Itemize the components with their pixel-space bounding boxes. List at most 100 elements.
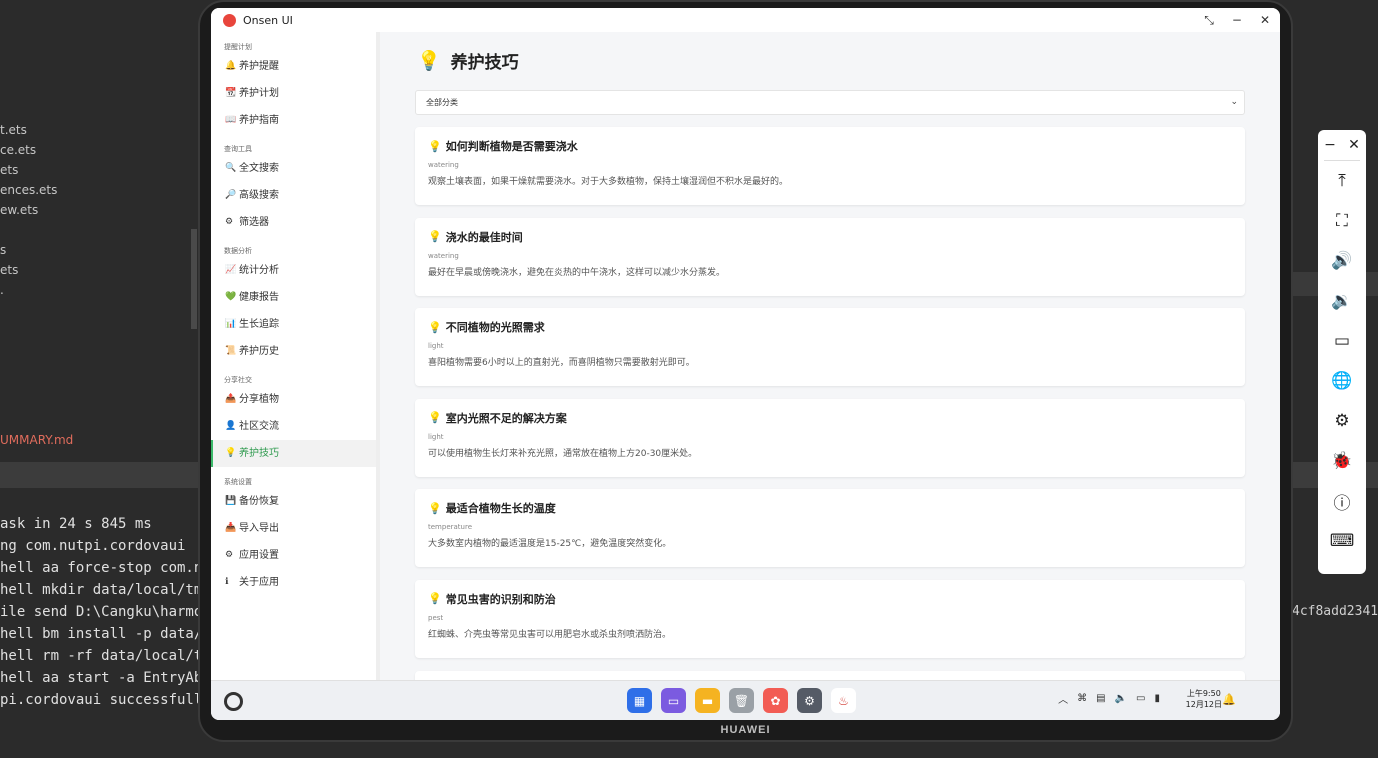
ide-file-item[interactable]: ce.ets [0, 140, 200, 160]
bulb-icon: 💡 [428, 501, 442, 515]
debug-icon[interactable]: 🐞 [1318, 441, 1366, 481]
sidebar-item-icon: 📆 [225, 88, 237, 98]
info-icon[interactable]: ⓘ [1318, 481, 1366, 521]
sidebar-item-3-0[interactable]: 📤 分享植物 [211, 386, 376, 413]
ide-file-item[interactable]: ets [0, 160, 200, 180]
sidebar-item-0-1[interactable]: 📆 养护计划 [211, 80, 376, 107]
sidebar-item-2-2[interactable]: 📊 生长追踪 [211, 311, 376, 338]
devices-icon[interactable]: ▭ [1136, 693, 1145, 704]
chevron-up-icon[interactable]: ︿ [1058, 691, 1068, 706]
ide-file-item[interactable]: ets [0, 260, 200, 280]
ide-file-item[interactable]: ences.ets [0, 180, 200, 200]
app-grid-icon[interactable]: ▦ [627, 688, 652, 713]
clock[interactable]: 上午9:50 12月12日 [1186, 688, 1222, 710]
ide-file-item[interactable]: . [0, 280, 200, 300]
ide-file-item[interactable]: ew.ets [0, 200, 200, 220]
sidebar-item-4-0[interactable]: 💾 备份恢复 [211, 488, 376, 515]
settings-icon[interactable]: ⚙ [1318, 401, 1366, 441]
crop-icon[interactable]: ⛶ [1318, 201, 1366, 241]
sidebar-item-label: 备份恢复 [239, 496, 279, 507]
sidebar-item-icon: ⚙ [225, 217, 234, 227]
bell-icon[interactable]: 🔔 [1222, 693, 1236, 706]
sidebar-item-4-1[interactable]: 📥 导入导出 [211, 515, 376, 542]
clipboard-icon[interactable]: ▤ [1096, 693, 1105, 704]
close-icon[interactable]: ✕ [1260, 13, 1270, 27]
device-brand: HUAWEI [720, 724, 771, 736]
tip-card[interactable]: 💡 不同植物的光照需求 light 喜阳植物需要6小时以上的直射光，而喜阴植物只… [415, 308, 1245, 387]
tip-title-text: 室内光照不足的解决方案 [445, 411, 567, 425]
tip-title-text: 如何判断植物是否需要浇水 [445, 140, 578, 153]
tip-title-text: 浇水的最佳时间 [445, 230, 523, 244]
tip-card[interactable]: 💡 浇水的最佳时间 watering 最好在早晨或傍晚浇水，避免在炎热的中午浇水… [415, 217, 1245, 296]
category-select[interactable]: 全部分类 ⌄ [415, 90, 1245, 115]
trash-icon[interactable]: 🗑 [729, 688, 754, 713]
tip-title-text: 常见虫害的识别和防治 [445, 592, 556, 606]
globe-icon[interactable]: 🌐 [1318, 361, 1366, 401]
restore-icon[interactable]: ⤡ [1204, 13, 1214, 28]
notes-icon[interactable]: ▬ [695, 688, 720, 713]
ide-file-item[interactable]: s [0, 240, 200, 260]
sidebar-item-1-1[interactable]: 🔎 高级搜索 [211, 182, 376, 209]
tip-card[interactable]: 💡 最适合植物生长的温度 temperature 大多数室内植物的最适温度是15… [415, 489, 1245, 568]
label-icon[interactable]: ▭ [1318, 321, 1366, 361]
toolbar-minimize-icon[interactable]: − [1324, 137, 1336, 153]
category-select-value: 全部分类 [426, 98, 458, 107]
settings-icon[interactable]: ⚙ [797, 688, 822, 713]
volume-icon[interactable]: 🔈 [1115, 693, 1127, 704]
sidebar-item-4-3[interactable]: ℹ 关于应用 [211, 569, 376, 596]
tip-title: 💡 常见虫害的识别和防治 [428, 591, 1232, 607]
ide-scrollbar[interactable] [191, 229, 197, 329]
sidebar-section-title: 提醒计划 [224, 43, 252, 51]
sidebar: 提醒计划 🔔 养护提醒 📆 养护计划 📖 养护指南 查询工具 🔍 全文搜索 🔎 高级搜索 ⚙ 筛选器 数据分… [211, 32, 380, 680]
dock: ▦ ▭ ▬ 🗑 ✿ ⚙ ♨ [627, 688, 856, 713]
gallery-icon[interactable]: ✿ [763, 688, 788, 713]
sidebar-item-2-1[interactable]: 💚 健康报告 [211, 284, 376, 311]
multitask-icon[interactable]: ▭ [661, 688, 686, 713]
sidebar-section-title: 系统设置 [224, 478, 252, 486]
ide-terminal: ask in 24 s 845 ms ng com.nutpi.cordovaui… [0, 513, 200, 711]
tip-description: 喜阳植物需要6小时以上的直射光，而喜阴植物只需要散射光即可。 [428, 358, 695, 369]
tips-list: 💡 如何判断植物是否需要浇水 watering 观察土壤表面，如果干燥就需要浇水… [415, 127, 1245, 680]
battery-icon[interactable]: ▮ [1154, 693, 1160, 704]
sidebar-item-1-2[interactable]: ⚙ 筛选器 [211, 209, 376, 236]
sidebar-item-label: 高级搜索 [239, 190, 279, 201]
sidebar-item-1-0[interactable]: 🔍 全文搜索 [211, 155, 376, 182]
sidebar-item-label: 关于应用 [239, 577, 279, 588]
volume-down-icon[interactable]: 🔉 [1318, 281, 1366, 321]
clock-date: 12月12日 [1185, 700, 1222, 709]
tip-card[interactable]: 💡 室内光照不足的解决方案 light 可以使用植物生长灯来补充光照，通常放在植… [415, 398, 1245, 477]
ide-file-item[interactable] [0, 220, 200, 240]
sidebar-item-label: 筛选器 [239, 217, 269, 228]
tip-card[interactable]: 💡 常见虫害的识别和防治 pest 红蜘蛛、介壳虫等常见虫害可以用肥皂水或杀虫剂… [415, 579, 1245, 658]
toolbar-close-icon[interactable]: ✕ [1348, 137, 1360, 153]
sidebar-item-2-0[interactable]: 📈 统计分析 [211, 257, 376, 284]
terminal-line: hell bm install -p data/l [0, 626, 200, 642]
keyboard-icon[interactable]: ⌨ [1318, 521, 1366, 561]
sidebar-item-4-2[interactable]: ⚙ 应用设置 [211, 542, 376, 569]
sidebar-item-label: 养护历史 [239, 346, 279, 357]
sidebar-item-icon: 🔍 [225, 163, 237, 173]
sidebar-item-label: 全文搜索 [239, 163, 279, 174]
sidebar-item-3-2[interactable]: 💡 养护技巧 [211, 440, 376, 467]
sidebar-item-label: 分享植物 [239, 394, 279, 405]
onsen-app-icon[interactable]: ♨ [831, 688, 856, 713]
tip-card[interactable]: 💡 如何判断植物是否需要浇水 watering 观察土壤表面，如果干燥就需要浇水… [415, 127, 1245, 205]
minimize-icon[interactable]: − [1232, 13, 1242, 27]
sidebar-item-0-0[interactable]: 🔔 养护提醒 [211, 53, 376, 80]
ide-file-item[interactable]: t.ets [0, 120, 200, 140]
scroll-top-icon[interactable]: ⤒ [1318, 161, 1366, 201]
tip-card-partial[interactable] [415, 670, 1245, 680]
tip-category: light [428, 342, 444, 351]
tip-title: 💡 最适合植物生长的温度 [428, 500, 1232, 516]
bulb-icon: 💡 [428, 230, 442, 244]
sidebar-item-0-2[interactable]: 📖 养护指南 [211, 107, 376, 134]
start-button[interactable] [224, 692, 243, 711]
input-method-icon[interactable]: ⌘ [1077, 693, 1087, 704]
window-title: Onsen UI [243, 13, 293, 27]
volume-up-icon[interactable]: 🔊 [1318, 241, 1366, 281]
sidebar-item-3-1[interactable]: 👤 社区交流 [211, 413, 376, 440]
ide-file-item[interactable]: UMMARY.md [0, 430, 200, 450]
terminal-line: ng com.nutpi.cordovaui [0, 538, 186, 554]
sidebar-item-2-3[interactable]: 📜 养护历史 [211, 338, 376, 365]
sidebar-item-icon: 👤 [225, 421, 237, 431]
